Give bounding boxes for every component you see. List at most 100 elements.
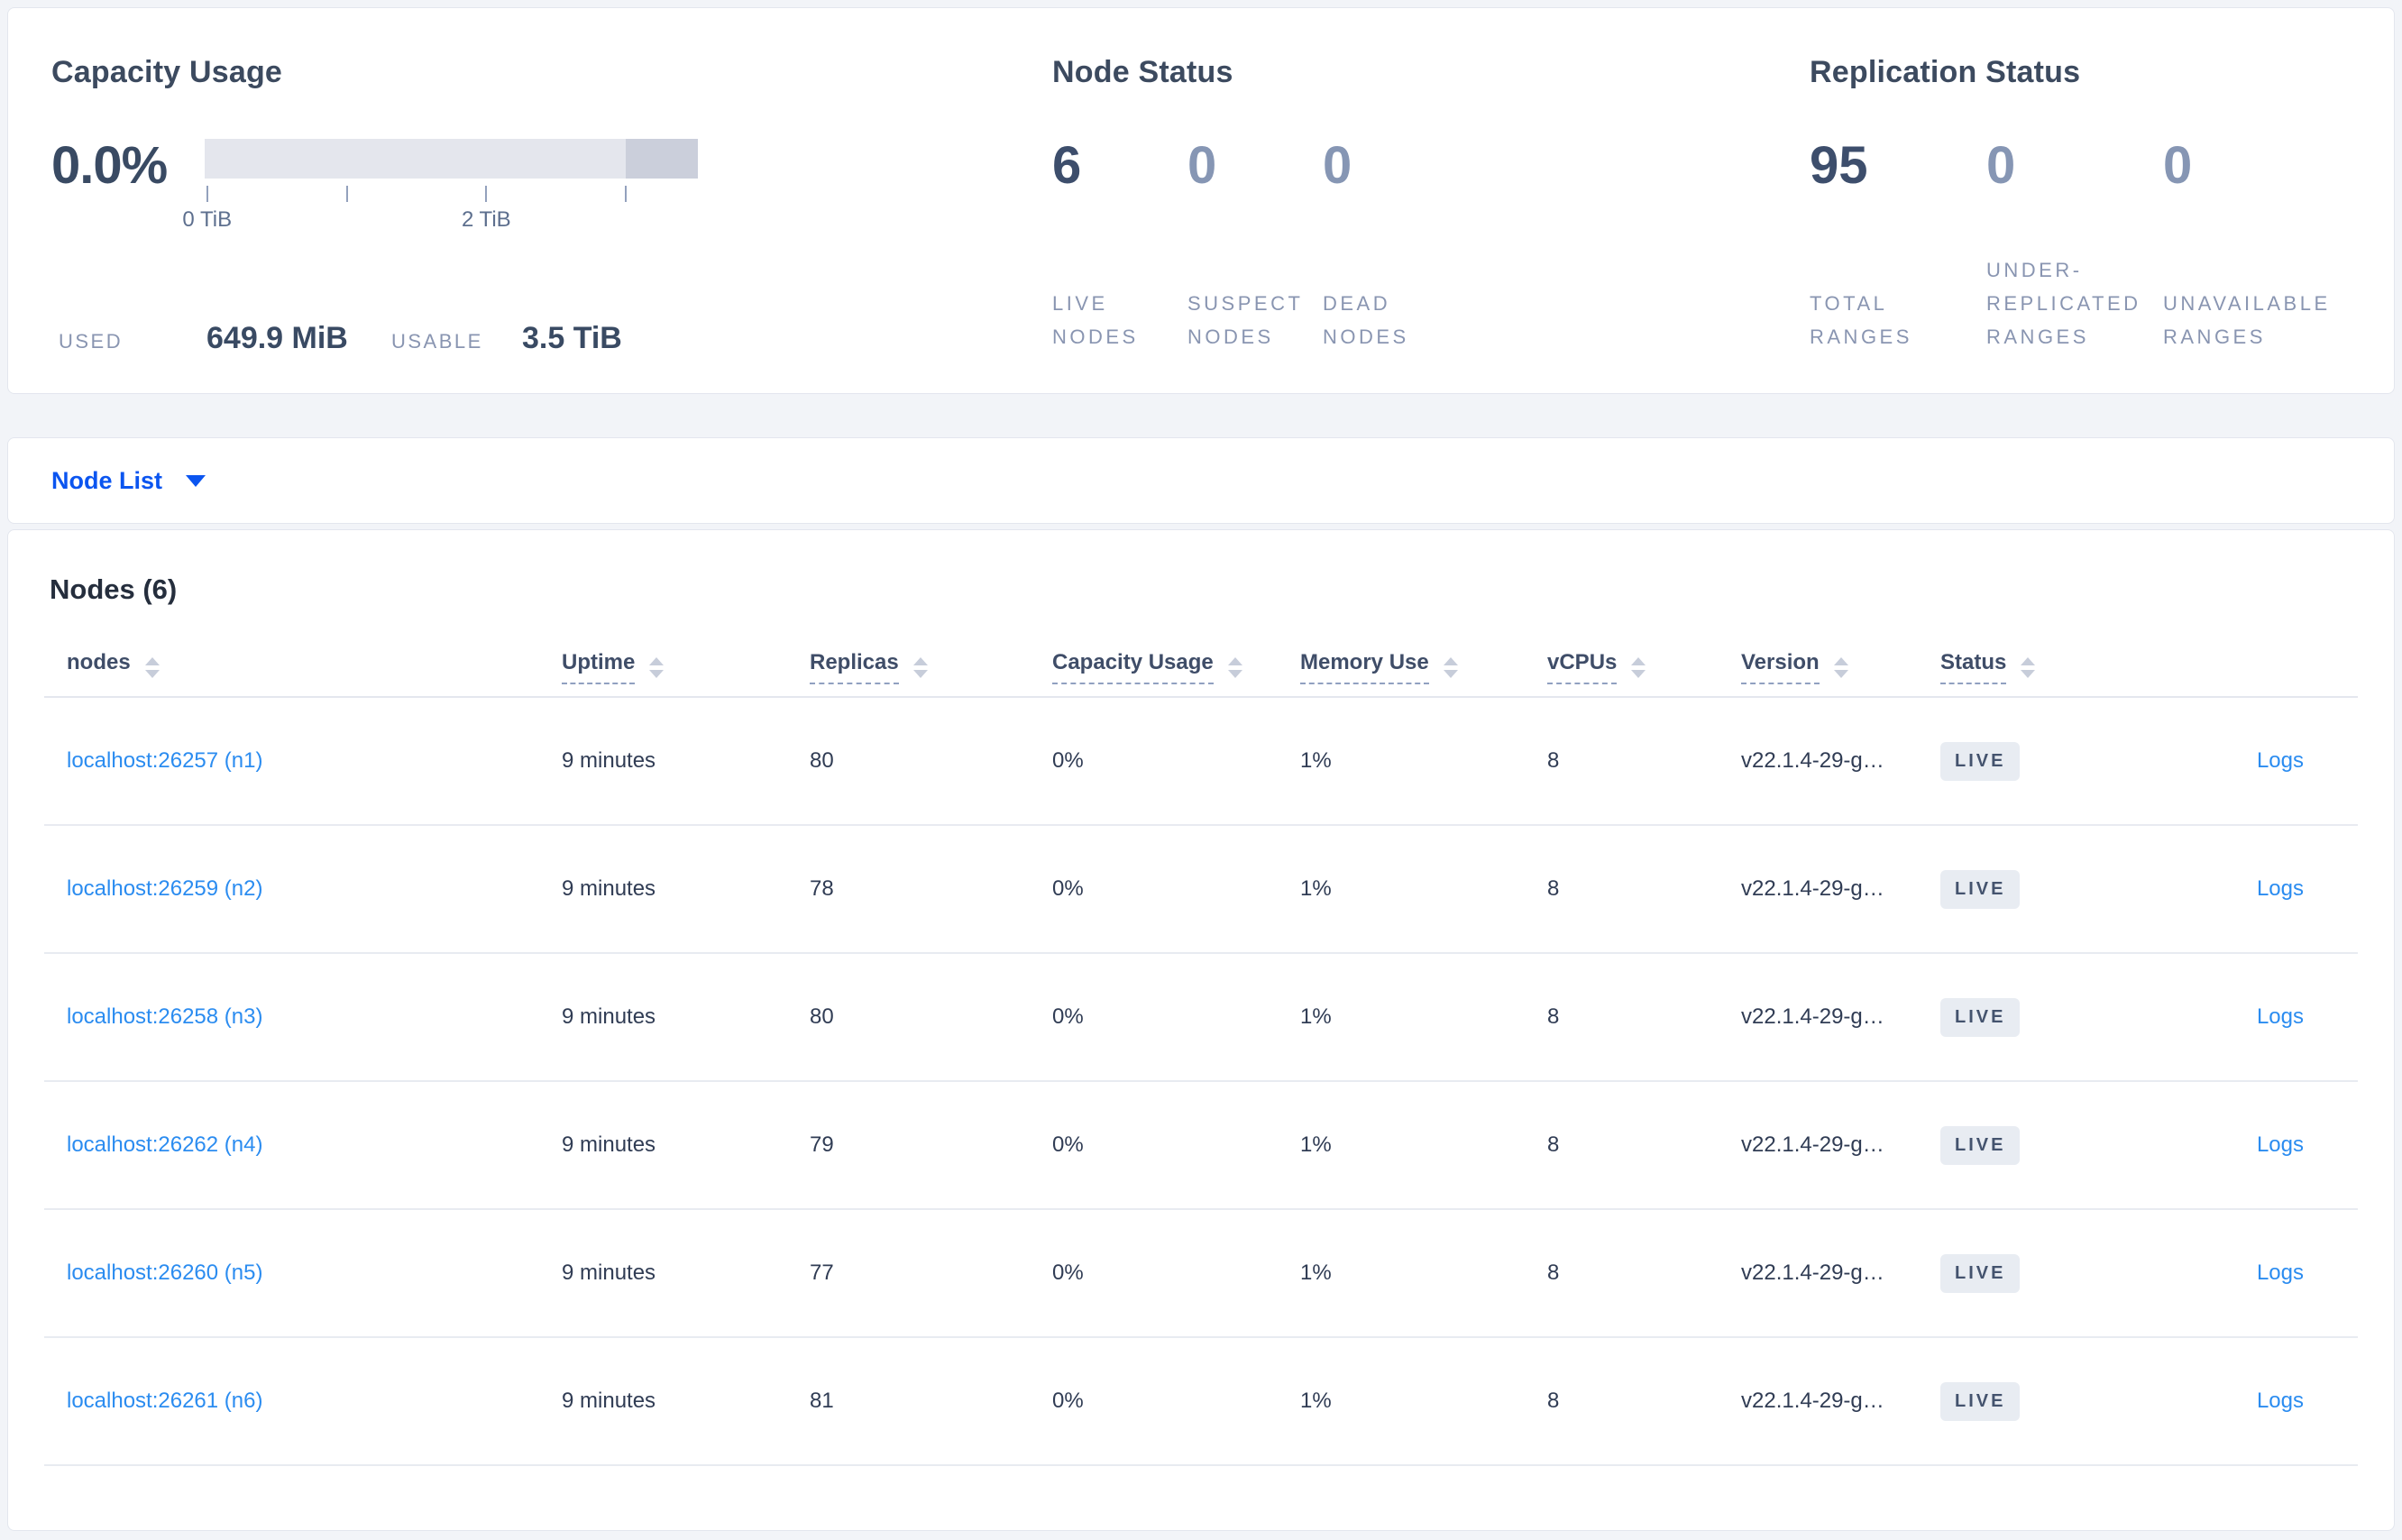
logs-link[interactable]: Logs <box>2257 1132 2304 1157</box>
node-status-stats: 6 LIVE NODES 0 SUSPECT NODES 0 DEAD NODES <box>1052 136 1810 355</box>
node-link[interactable]: localhost:26258 (n3) <box>67 1004 262 1029</box>
stat-label-line: SUSPECT <box>1187 292 1304 315</box>
column-header-label: Version <box>1741 650 1820 684</box>
sort-icon <box>912 656 928 678</box>
stat-label-line: REPLICATED <box>1986 292 2141 315</box>
logs-link[interactable]: Logs <box>2257 1260 2304 1285</box>
column-header-label: Replicas <box>810 650 899 684</box>
stat-block: 95 TOTAL RANGES <box>1810 136 1986 355</box>
column-header-version[interactable]: Version <box>1741 650 1940 684</box>
table-row: localhost:26259 (n2) 9 minutes 78 0% 1% 8 v22.… <box>44 826 2358 954</box>
sort-icon <box>1443 656 1458 678</box>
logs-link[interactable]: Logs <box>2257 1389 2304 1413</box>
capacity-axis-tick <box>624 186 627 202</box>
capacity-usage-title: Capacity Usage <box>51 55 283 89</box>
logs-cell: Logs <box>2148 876 2358 902</box>
cluster-summary-panel: Capacity Usage 0.0% 0 TiB 2 TiB USED 649.… <box>7 7 2395 394</box>
status-cell: LIVE <box>1940 1125 2148 1165</box>
logs-cell: Logs <box>2148 1260 2358 1286</box>
vcpus-cell: 8 <box>1547 1389 1560 1413</box>
version-cell: v22.1.4-29-g… <box>1741 876 1884 901</box>
sort-icon <box>1227 656 1242 678</box>
node-link[interactable]: localhost:26257 (n1) <box>67 748 262 773</box>
capacity-axis-tick <box>206 186 208 202</box>
status-badge: LIVE <box>1940 1253 2021 1293</box>
node-cell: localhost:26260 (n5) <box>44 1260 562 1286</box>
capacity-usage-panel: Capacity Usage 0.0% 0 TiB 2 TiB USED 649.… <box>51 55 1052 393</box>
capacity-cell: 0% <box>1052 1260 1084 1285</box>
column-header-capacity[interactable]: Capacity Usage <box>1052 650 1300 684</box>
vcpus-cell: 8 <box>1547 1260 1560 1285</box>
version-cell: v22.1.4-29-g… <box>1741 1004 1884 1029</box>
stat-value: 0 <box>1187 136 1217 195</box>
node-link[interactable]: localhost:26260 (n5) <box>67 1260 262 1285</box>
column-header-uptime[interactable]: Uptime <box>562 650 810 684</box>
uptime-cell: 9 minutes <box>562 1260 656 1285</box>
stat-value: 0 <box>1323 136 1352 195</box>
capacity-usage-chart: 0.0% 0 TiB 2 TiB <box>51 138 1052 234</box>
capacity-cell: 0% <box>1052 876 1084 901</box>
node-link[interactable]: localhost:26261 (n6) <box>67 1389 262 1413</box>
sort-desc-arrow-icon <box>912 669 928 678</box>
stat-block: 0 UNDER- REPLICATED RANGES <box>1986 136 2163 355</box>
sort-asc-arrow-icon <box>649 656 665 665</box>
nodes-table-body: localhost:26257 (n1) 9 minutes 80 0% 1% 8 v22.… <box>44 698 2358 1466</box>
sort-icon <box>1631 656 1646 678</box>
logs-link[interactable]: Logs <box>2257 748 2304 773</box>
stat-label-line: RANGES <box>1810 325 1912 348</box>
replication-status-stats: 95 TOTAL RANGES 0 UNDER- REPLICATED RANGES 0 UNA… <box>1810 136 2394 355</box>
capacity-cell: 0% <box>1052 1132 1084 1157</box>
capacity-cell: 0% <box>1052 748 1084 773</box>
version-cell: v22.1.4-29-g… <box>1741 1389 1884 1413</box>
stat-label-line: NODES <box>1323 325 1409 348</box>
status-cell: LIVE <box>1940 1381 2148 1421</box>
sort-icon <box>1833 656 1848 678</box>
node-link[interactable]: localhost:26259 (n2) <box>67 876 262 901</box>
status-badge: LIVE <box>1940 741 2021 781</box>
status-badge: LIVE <box>1940 1125 2021 1165</box>
column-header-replicas[interactable]: Replicas <box>810 650 1052 684</box>
sort-desc-arrow-icon <box>1833 669 1848 678</box>
stat-value: 95 <box>1810 136 1868 195</box>
node-cell: localhost:26262 (n4) <box>44 1132 562 1158</box>
sort-asc-arrow-icon <box>2021 656 2036 665</box>
used-value: 649.9 MiB <box>206 321 348 355</box>
column-header-memory[interactable]: Memory Use <box>1300 650 1547 684</box>
column-header-label: Memory Use <box>1300 650 1429 684</box>
stat-label-line: LIVE <box>1052 292 1108 315</box>
column-header-node[interactable]: nodes <box>44 650 562 684</box>
node-link[interactable]: localhost:26262 (n4) <box>67 1132 262 1157</box>
uptime-cell: 9 minutes <box>562 1132 656 1157</box>
stat-label: SUSPECT NODES <box>1187 287 1323 355</box>
column-header-vcpus[interactable]: vCPUs <box>1547 650 1741 684</box>
node-cell: localhost:26261 (n6) <box>44 1389 562 1414</box>
sort-asc-arrow-icon <box>144 656 160 665</box>
nodes-table: nodes Uptime Replicas Capacity Usage Memory … <box>44 638 2358 1466</box>
stat-value: 6 <box>1052 136 1082 195</box>
node-list-dropdown[interactable]: Node List <box>51 467 206 495</box>
sort-icon <box>144 656 160 678</box>
stat-value: 0 <box>1986 136 2016 195</box>
column-header-status[interactable]: Status <box>1940 650 2148 684</box>
logs-link[interactable]: Logs <box>2257 1004 2304 1029</box>
used-label: USED <box>59 330 124 353</box>
stat-label-line: UNDER- <box>1986 259 2083 281</box>
column-header-label: nodes <box>67 650 131 674</box>
replication-status-panel: Replication Status 95 TOTAL RANGES 0 UNDER- R… <box>1810 55 2394 393</box>
logs-link[interactable]: Logs <box>2257 876 2304 901</box>
stat-block: 0 UNAVAILABLE RANGES <box>2163 138 2340 355</box>
nodes-count-title: Nodes (6) <box>50 573 178 605</box>
stat-label-line: RANGES <box>1986 325 2089 348</box>
sort-asc-arrow-icon <box>1227 656 1242 665</box>
node-cell: localhost:26258 (n3) <box>44 1004 562 1030</box>
memory-cell: 1% <box>1300 1389 1332 1413</box>
capacity-axis-tick <box>345 186 348 202</box>
stat-block: 0 DEAD NODES <box>1323 136 1458 355</box>
sort-icon <box>2021 656 2036 678</box>
stat-block: 0 SUSPECT NODES <box>1187 136 1323 355</box>
sort-asc-arrow-icon <box>1833 656 1848 665</box>
replicas-cell: 78 <box>810 876 834 901</box>
status-cell: LIVE <box>1940 1253 2148 1293</box>
capacity-axis-tick <box>485 186 488 202</box>
stat-label-line: TOTAL <box>1810 292 1888 315</box>
